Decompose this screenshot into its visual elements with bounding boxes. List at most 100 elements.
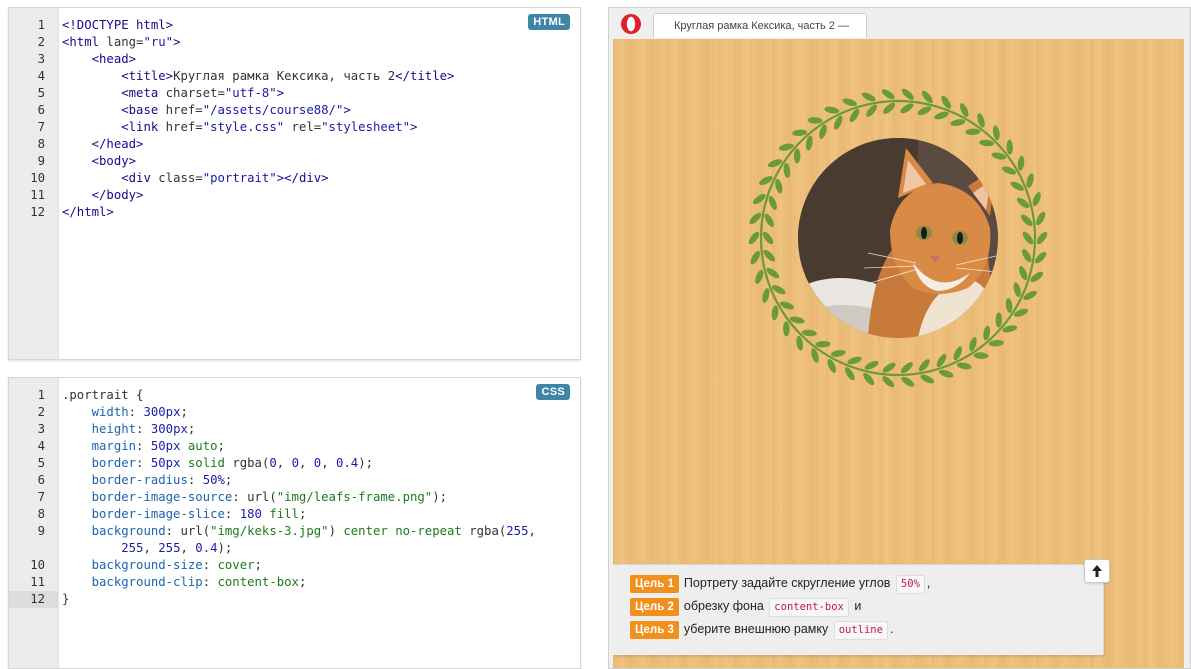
code-token: : url( <box>232 490 277 504</box>
code-line[interactable]: 255, 255, 0.4); <box>9 540 580 557</box>
line-number: 4 <box>37 439 45 453</box>
code-token: "img/leafs-frame.png" <box>276 490 433 504</box>
code-token: > <box>343 103 351 117</box>
code-line[interactable]: 9 <body> <box>9 153 580 170</box>
goal-badge: Цель 3 <box>630 621 679 639</box>
code-token: "stylesheet" <box>321 120 410 134</box>
code-line[interactable]: 6 border-radius: 50%; <box>9 472 580 489</box>
code-token: </head> <box>91 137 144 151</box>
code-line[interactable]: 11 background-clip: content-box; <box>9 574 580 591</box>
code-token: ); <box>432 490 448 504</box>
leaf-shape <box>861 92 876 102</box>
leaf-shape <box>748 231 760 245</box>
code-token: background <box>91 524 166 538</box>
code-line[interactable]: 1 .portrait { <box>9 387 580 404</box>
code-token: 255 <box>158 541 181 555</box>
code-token: 50% <box>202 473 225 487</box>
code-line[interactable]: 8 border-image-slice: 180 fill; <box>9 506 580 523</box>
leaf-shape <box>783 163 791 178</box>
line-number: 8 <box>37 507 45 521</box>
code-token: </body> <box>91 188 144 202</box>
line-code: background: url("img/keks-3.jpg") center… <box>62 523 536 540</box>
code-token: : <box>224 507 240 521</box>
code-line[interactable]: 5 border: 50px solid rgba(0, 0, 0, 0.4); <box>9 455 580 472</box>
code-line[interactable]: 9 background: url("img/keks-3.jpg") cent… <box>9 523 580 540</box>
code-line[interactable]: 10 <div class="portrait"></div> <box>9 170 580 187</box>
code-token: ; <box>254 558 262 572</box>
code-line[interactable]: 12 </html> <box>9 204 580 221</box>
line-code: } <box>62 591 69 608</box>
line-code: height: 300px; <box>62 421 196 438</box>
code-line[interactable]: 4 margin: 50px auto; <box>9 438 580 455</box>
code-token: lang <box>106 35 137 49</box>
leaf-shape <box>762 288 770 303</box>
css-badge: CSS <box>536 384 570 400</box>
leaf-shape <box>1036 211 1046 226</box>
code-line[interactable]: 7 border-image-source: url("img/leafs-fr… <box>9 489 580 506</box>
code-line[interactable]: 6 <base href="/assets/course88/"> <box>9 102 580 119</box>
code-token: : <box>128 405 144 419</box>
leaf-shape <box>901 88 914 100</box>
code-line[interactable]: 10 background-size: cover; <box>9 557 580 574</box>
line-code: </html> <box>62 204 114 221</box>
leaf-shape <box>768 195 777 210</box>
code-token: 0 <box>269 456 277 470</box>
leaf-shape <box>973 352 989 359</box>
code-token: : <box>202 558 218 572</box>
line-code: border-image-source: url("img/leafs-fram… <box>62 489 447 506</box>
scroll-up-button[interactable] <box>1084 559 1110 583</box>
code-line[interactable]: 5 <meta charset="utf-8"> <box>9 85 580 102</box>
code-line[interactable]: 8 </head> <box>9 136 580 153</box>
line-code: <body> <box>62 153 136 170</box>
line-code: margin: 50px auto; <box>62 438 225 455</box>
css-editor[interactable]: 1 .portrait {2 width: 300px; 3 height: 300… <box>8 377 581 669</box>
code-line[interactable]: 2 <html lang="ru"> <box>9 34 580 51</box>
code-token: > <box>410 120 418 134</box>
line-number: 11 <box>30 575 45 589</box>
code-token: 255 <box>506 524 529 538</box>
code-token: "utf-8" <box>224 86 277 100</box>
browser-tab[interactable]: Круглая рамка Кексика, часть 2 — <box>653 13 867 38</box>
page-viewport: Цель 1 Портрету задайте скругление углов … <box>613 39 1184 668</box>
code-token: "ru" <box>143 35 174 49</box>
leaf-shape <box>988 339 1004 347</box>
line-code: <div class="portrait"></div> <box>62 170 328 187</box>
code-token: background-clip <box>91 575 203 589</box>
code-token: 50px <box>150 439 181 453</box>
code-line[interactable]: 3 <head> <box>9 51 580 68</box>
leaf-shape <box>965 128 981 136</box>
code-line[interactable]: 7 <link href="style.css" rel="stylesheet… <box>9 119 580 136</box>
leaf-shape <box>1022 249 1032 263</box>
code-lines[interactable]: 1 <!DOCTYPE html> 2 <html lang="ru"> 3 <head… <box>9 17 580 221</box>
leaf-shape <box>830 349 846 357</box>
code-line[interactable]: 2 width: 300px; <box>9 404 580 421</box>
code-token: cover <box>217 558 255 572</box>
code-line[interactable]: 12} <box>9 591 580 608</box>
code-line[interactable]: 11 </body> <box>9 187 580 204</box>
html-editor[interactable]: 1 <!DOCTYPE html> 2 <html lang="ru"> 3 <head… <box>8 7 581 360</box>
task-suffix: , <box>926 576 931 590</box>
leaf-shape <box>901 376 915 387</box>
leaf-shape <box>939 369 954 378</box>
code-line[interactable]: 3 height: 300px; <box>9 421 580 438</box>
leaf-shape <box>1019 266 1028 281</box>
code-token: "img/keks-3.jpg" <box>210 524 329 538</box>
code-token: auto <box>187 439 218 453</box>
code-line[interactable]: 1 <!DOCTYPE html> <box>9 17 580 34</box>
leaf-shape <box>755 269 764 284</box>
code-token: ; <box>298 507 307 521</box>
code-lines[interactable]: 1 .portrait {2 width: 300px; 3 height: 300… <box>9 387 580 608</box>
leaf-shape <box>771 305 779 321</box>
leaf-shape <box>900 103 914 114</box>
code-line[interactable]: 4 <title>Круглая рамка Кексика, часть 2<… <box>9 68 580 85</box>
leaf-shape <box>917 106 932 116</box>
leaf-shape <box>807 117 823 124</box>
task-suffix: . <box>889 622 894 636</box>
code-token: rel <box>291 120 314 134</box>
task-panel: Цель 1 Портрету задайте скругление углов … <box>613 564 1104 655</box>
